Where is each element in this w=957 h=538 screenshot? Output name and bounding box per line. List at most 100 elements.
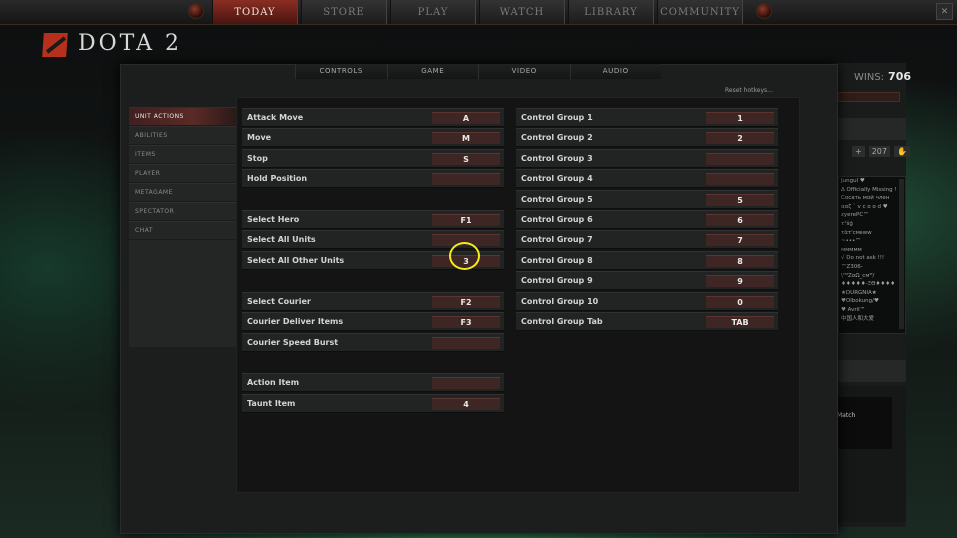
tab-game[interactable]: GAME [386, 64, 478, 79]
hotkey-row: Control Group 5 5 [516, 190, 778, 209]
orb-icon [756, 3, 772, 19]
menu-item-abilities[interactable]: ABILITIES [129, 126, 236, 145]
top-navigation-bar: TODAY STORE PLAY WATCH LIBRARY COMMUNITY… [0, 0, 957, 25]
hotkey-binding-button[interactable]: A [432, 112, 500, 124]
hotkey-row: Action Item [242, 373, 504, 392]
hotkey-binding-button[interactable]: TAB [706, 316, 774, 328]
hotkey-label: Control Group 10 [521, 297, 599, 306]
hotkey-row: Taunt Item 4 [242, 394, 504, 413]
hotkey-binding-button[interactable]: 5 [706, 194, 774, 206]
orb-icon [188, 3, 204, 19]
wins-counter: WINS: 706 [854, 70, 911, 83]
menu-item-chat[interactable]: CHAT [129, 221, 236, 240]
menu-item-unit-actions[interactable]: UNIT ACTIONS [129, 107, 236, 126]
tab-audio[interactable]: AUDIO [569, 64, 661, 79]
friend-list-item[interactable]: ★DURGNIA★ [839, 289, 905, 298]
hotkey-binding-button[interactable]: 0 [706, 296, 774, 308]
wins-label: WINS: [854, 72, 885, 83]
hotkey-label: Control Group 4 [521, 174, 593, 183]
hotkey-row: Control Group Tab TAB [516, 312, 778, 331]
hotkey-row: Attack Move A [242, 108, 504, 127]
highlight-circle [449, 242, 480, 270]
hotkey-binding-button[interactable]: 4 [432, 398, 500, 410]
friends-list: Jungul ♥ Δ Officially Missing ! Сосать мой… [838, 176, 906, 334]
nav-tab-store[interactable]: STORE [301, 0, 387, 24]
menu-item-spectator[interactable]: SPECTATOR [129, 202, 236, 221]
friend-list-item[interactable]: ♥ Avril™ [839, 306, 905, 315]
hotkey-row: Control Group 4 [516, 169, 778, 188]
hotkey-binding-button[interactable] [432, 173, 500, 185]
friend-list-item[interactable]: √ Do not ask !!! [839, 254, 905, 263]
hotkey-label: Select Courier [247, 297, 311, 306]
hotkey-row: Select Hero F1 [242, 210, 504, 229]
hotkey-label: Control Group 7 [521, 235, 593, 244]
menu-item-items[interactable]: ITEMS [129, 145, 236, 164]
menu-item-metagame[interactable]: METAGAME [129, 183, 236, 202]
hotkey-label: Select Hero [247, 215, 300, 224]
friends-scrollbar[interactable] [899, 179, 904, 329]
nav-tab-today[interactable]: TODAY [212, 0, 298, 24]
hotkey-row: Move M [242, 128, 504, 147]
hotkey-binding-button[interactable] [706, 153, 774, 165]
friend-list-item[interactable]: \ᵀᴹZαΩ_ᴄᴍᴹ/ [839, 272, 905, 281]
profile-bar [838, 92, 900, 102]
hotkey-binding-button[interactable]: M [432, 132, 500, 144]
hotkey-label: Control Group 8 [521, 256, 593, 265]
hotkey-binding-button[interactable] [706, 173, 774, 185]
friend-list-item[interactable]: ♥Olbokung/♥ [839, 297, 905, 306]
hotkey-label: Control Group 2 [521, 133, 593, 142]
side-section [836, 360, 906, 382]
dota-logo-icon [42, 33, 68, 57]
reset-hotkeys-link[interactable]: Reset hotkeys... [725, 87, 773, 94]
nav-tab-community[interactable]: COMMUNITY [657, 0, 743, 24]
hotkey-binding-button[interactable]: 8 [706, 255, 774, 267]
close-window-button[interactable]: ✕ [936, 3, 953, 20]
friend-list-item[interactable]: Jungul ♥ [839, 177, 905, 186]
hotkey-binding-button[interactable]: F1 [432, 214, 500, 226]
settings-tabs: CONTROLS GAME VIDEO AUDIO [295, 64, 661, 79]
friend-list-item[interactable]: ™Z306- [839, 263, 905, 272]
menu-item-player[interactable]: PLAYER [129, 164, 236, 183]
hotkey-binding-button[interactable]: 7 [706, 234, 774, 246]
friend-list-item[interactable]: 中国人和大爱 [839, 315, 905, 324]
friend-list-item[interactable]: zyerePC™ [839, 211, 905, 220]
friend-list-item[interactable]: Δ Officially Missing ! [839, 186, 905, 195]
hotkey-binding-button[interactable]: F2 [432, 296, 500, 308]
hotkey-label: Courier Speed Burst [247, 338, 339, 347]
hotkey-label: Action Item [247, 378, 300, 387]
friend-list-item[interactable]: ααζ ` v c o o d ♥ [839, 203, 905, 212]
friends-controls: +207 ✋ [852, 146, 914, 157]
hotkey-binding-button[interactable]: 2 [706, 132, 774, 144]
friend-list-item[interactable]: ♦♦♦♦♦-ΞΘ♦♦♦♦ [839, 280, 905, 289]
nav-tab-play[interactable]: PLAY [390, 0, 476, 24]
hotkey-label: Hold Position [247, 174, 308, 183]
hotkey-row: Stop S [242, 149, 504, 168]
nav-tab-watch[interactable]: WATCH [479, 0, 565, 24]
hotkey-row: Courier Speed Burst [242, 333, 504, 352]
tab-video[interactable]: VIDEO [478, 64, 570, 79]
add-friend-button[interactable]: + [852, 146, 865, 157]
hotkey-binding-button[interactable]: 9 [706, 275, 774, 287]
hotkey-label: Control Group 9 [521, 276, 593, 285]
hotkey-label: Move [247, 133, 272, 142]
hotkey-binding-button[interactable]: F3 [432, 316, 500, 328]
friend-list-item[interactable]: Сосать мой член [839, 194, 905, 203]
hotkey-binding-button[interactable] [432, 377, 500, 389]
hotkey-binding-button[interactable]: 6 [706, 214, 774, 226]
tab-controls[interactable]: CONTROLS [295, 64, 387, 79]
match-label: Match [837, 412, 856, 419]
hotkey-row: Hold Position [242, 169, 504, 188]
hotkey-binding-button[interactable]: S [432, 153, 500, 165]
hotkey-label: Control Group 5 [521, 195, 593, 204]
hotkey-row: Control Group 10 0 [516, 292, 778, 311]
friend-list-item[interactable]: τὰτ'ᴄᴍᴇᴡᴡ [839, 229, 905, 238]
friend-list-item[interactable]: τ¹ŝģ [839, 220, 905, 229]
side-section [836, 118, 906, 140]
hotkey-binding-button[interactable]: 1 [706, 112, 774, 124]
friend-list-item[interactable]: ~•••™ [839, 237, 905, 246]
hotkey-row: Control Group 1 1 [516, 108, 778, 127]
nav-tab-library[interactable]: LIBRARY [568, 0, 654, 24]
hotkey-binding-button[interactable] [432, 337, 500, 349]
hotkey-label: Control Group 6 [521, 215, 593, 224]
friend-list-item[interactable]: ᴍᴍᴍᴍᴍ [839, 246, 905, 255]
